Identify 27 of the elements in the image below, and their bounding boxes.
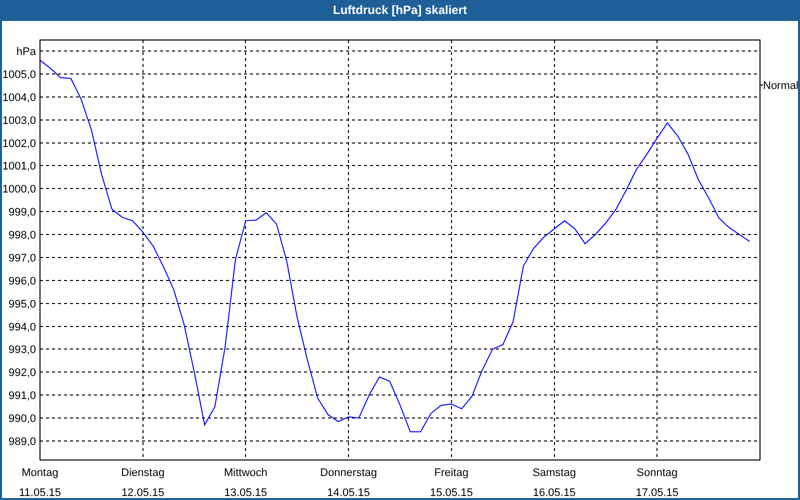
y-tick-label: 997,0 [8,252,36,264]
y-tick-label: 1001,0 [2,160,36,173]
title-bar: Luftdruck [hPa] skaliert [0,0,800,21]
x-tick-label: Montag 11.05.15 [19,467,61,498]
y-tick-label: 998,0 [8,230,36,242]
y-tick-label: 993,0 [8,344,36,356]
y-tick-label: 1002,0 [2,138,36,150]
y-tick-label: 1005,0 [2,68,36,81]
y-tick-label: 1004,0 [2,92,36,104]
y-tick-label: 992,0 [8,367,36,380]
x-tick-label: Sonntag 17.05.15 [636,467,679,498]
x-tick-label: Freitag 15.05.15 [430,467,473,498]
y-tick-label: 994,0 [8,321,36,334]
y-tick-label: 1000,0 [2,184,36,196]
y-tick-label: 990,0 [8,413,36,426]
y-tick-label: 999,0 [8,206,36,219]
axis-label: hPa [16,46,36,58]
y-tick-label: 996,0 [8,275,36,288]
y-tick-label: 995,0 [8,298,36,310]
y-tick-label: 1003,0 [2,114,36,127]
x-tick-label: Mittwoch 13.05.15 [224,467,268,498]
y-tick-label: 991,0 [8,390,36,402]
x-tick-label: Donnerstag 14.05.15 [320,467,377,498]
x-tick-label: Samstag 16.05.15 [532,467,576,498]
annotation-label: Normal [760,80,798,92]
x-tick-label: Dienstag 12.05.15 [121,467,165,498]
y-tick-label: 989,0 [8,436,36,448]
